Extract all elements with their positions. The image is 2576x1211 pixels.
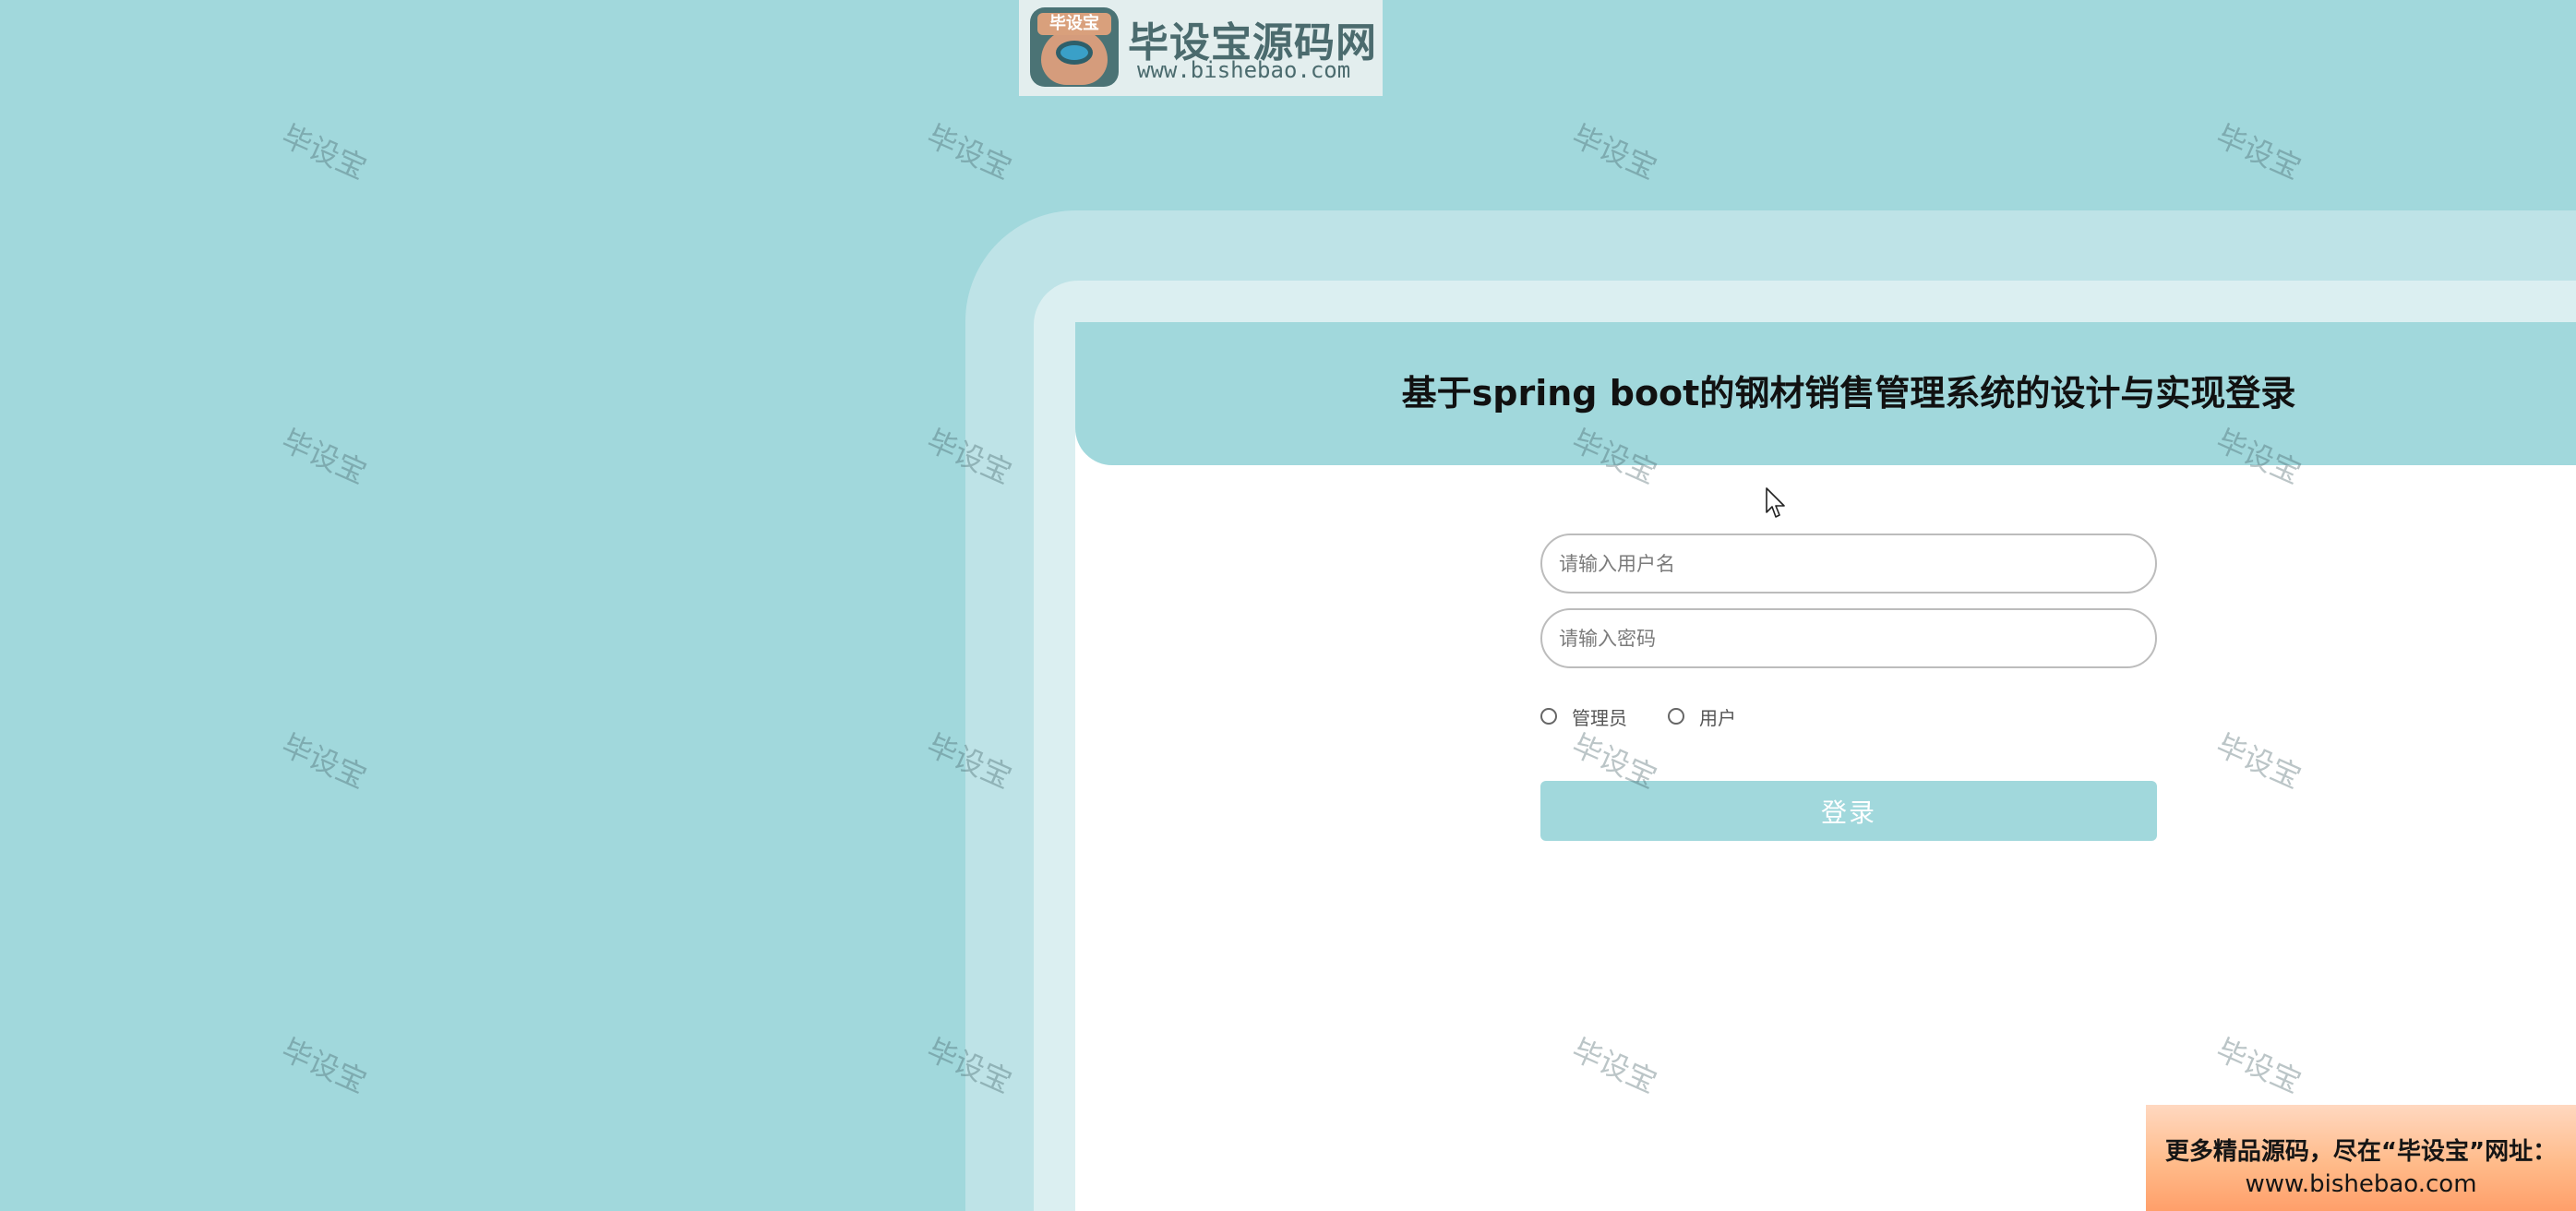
role-selector: 管理员 用户 <box>1540 701 1777 732</box>
radio-icon[interactable] <box>1668 708 1684 725</box>
watermark-text: 毕设宝 <box>276 1031 372 1100</box>
radio-icon[interactable] <box>1540 708 1557 725</box>
watermark-text: 毕设宝 <box>276 422 372 491</box>
promo-banner: 更多精品源码，尽在“毕设宝”网址： www.bishebao.com <box>2146 1105 2576 1211</box>
role-option-user[interactable]: 用户 <box>1668 703 1736 730</box>
promo-line-2: www.bishebao.com <box>2245 1170 2477 1198</box>
watermark-text: 毕设宝 <box>276 117 372 186</box>
logo-badge-text: 毕设宝 <box>1037 13 1111 35</box>
login-button[interactable]: 登录 <box>1540 781 2157 841</box>
role-label-admin: 管理员 <box>1572 706 1627 729</box>
logo-badge-icon: 毕设宝 <box>1030 7 1119 87</box>
role-label-user: 用户 <box>1699 706 1736 729</box>
mouse-cursor-icon <box>1766 487 1785 518</box>
site-logo: 毕设宝 毕设宝源码网 www.bishebao.com <box>1019 0 1383 96</box>
logo-url: www.bishebao.com <box>1137 57 1351 83</box>
role-option-admin[interactable]: 管理员 <box>1540 703 1627 730</box>
promo-line-1: 更多精品源码，尽在“毕设宝”网址： <box>2164 1138 2558 1166</box>
watermark-text: 毕设宝 <box>2211 117 2306 186</box>
login-title: 基于spring boot的钢材销售管理系统的设计与实现登录 <box>1401 373 2296 414</box>
username-input[interactable] <box>1540 534 2157 594</box>
watermark-text: 毕设宝 <box>276 726 372 796</box>
password-input[interactable] <box>1540 608 2157 668</box>
watermark-text: 毕设宝 <box>921 117 1017 186</box>
login-card: 基于spring boot的钢材销售管理系统的设计与实现登录 管理员 用户 登录 <box>1075 322 2576 1211</box>
watermark-text: 毕设宝 <box>1566 117 1662 186</box>
